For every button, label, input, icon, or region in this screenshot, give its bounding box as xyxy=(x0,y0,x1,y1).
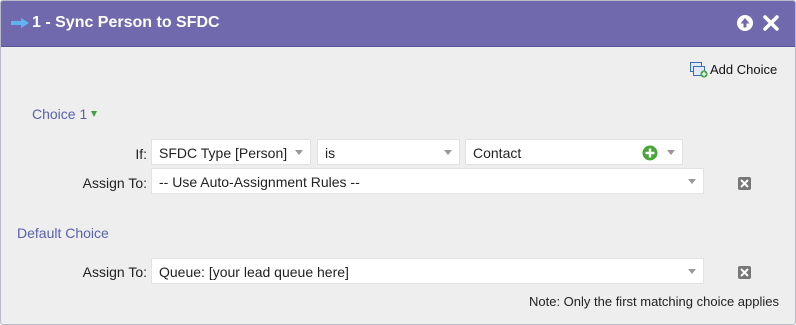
field-select-value: SFDC Type [Person] xyxy=(159,145,288,161)
collapse-up-button[interactable] xyxy=(736,14,754,32)
delete-choice-button[interactable] xyxy=(738,177,751,190)
default-choice-title: Default Choice xyxy=(17,225,109,241)
value-select-value: Contact xyxy=(473,145,522,161)
if-label: If: xyxy=(135,146,147,162)
value-select[interactable]: Contact xyxy=(465,139,683,165)
chevron-down-icon xyxy=(688,179,696,184)
delete-x-icon xyxy=(740,179,749,188)
field-select[interactable]: SFDC Type [Person] xyxy=(151,139,311,165)
close-icon xyxy=(763,15,779,31)
expand-triangle-icon xyxy=(91,111,98,117)
panel-header: 1 - Sync Person to SFDC xyxy=(1,1,795,47)
choice-1-header[interactable]: Choice 1 xyxy=(32,106,98,122)
flow-arrow-icon xyxy=(11,18,29,28)
operator-select[interactable]: is xyxy=(317,139,460,165)
assign-to-select-value: -- Use Auto-Assignment Rules -- xyxy=(159,174,360,190)
arrow-up-icon xyxy=(737,15,753,31)
panel-title: 1 - Sync Person to SFDC xyxy=(32,14,220,31)
choice-note: Note: Only the first matching choice app… xyxy=(528,294,779,309)
chevron-down-icon xyxy=(444,150,452,155)
add-choice-label: Add Choice xyxy=(710,62,778,77)
add-value-plus-icon[interactable] xyxy=(642,145,658,161)
chevron-down-icon xyxy=(688,269,696,274)
assign-to-label: Assign To: xyxy=(82,175,147,191)
default-assign-to-select[interactable]: Queue: [your lead queue here] xyxy=(151,258,704,284)
choice-1-title: Choice 1 xyxy=(32,106,88,122)
default-assign-to-select-value: Queue: [your lead queue here] xyxy=(159,264,349,280)
add-choice-icon xyxy=(690,62,708,78)
chevron-down-icon xyxy=(667,150,675,155)
assign-to-select[interactable]: -- Use Auto-Assignment Rules -- xyxy=(151,168,704,194)
chevron-down-icon xyxy=(295,150,303,155)
delete-default-button[interactable] xyxy=(738,266,751,279)
flow-step-panel: 1 - Sync Person to SFDC Add Choice Choic… xyxy=(0,0,796,325)
default-assign-to-label: Assign To: xyxy=(82,264,147,280)
delete-x-icon xyxy=(740,268,749,277)
operator-select-value: is xyxy=(325,145,336,161)
close-button[interactable] xyxy=(762,14,780,32)
